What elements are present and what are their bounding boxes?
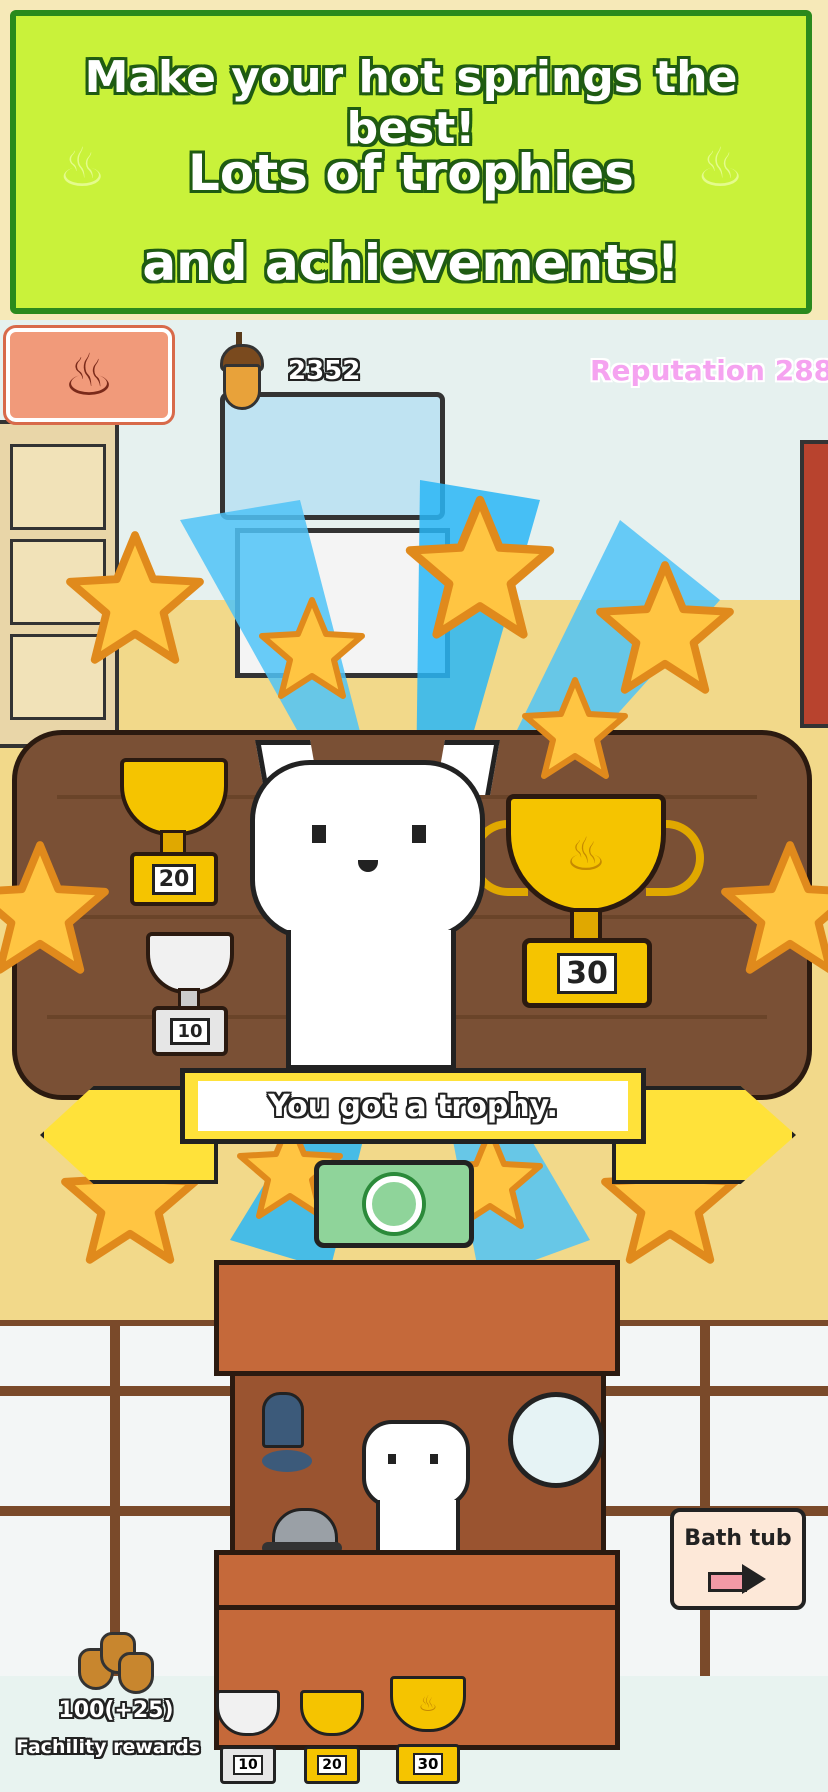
banner-line-1: Make your hot springs the best! — [84, 52, 738, 154]
trophy-message: You got a trophy. — [268, 1088, 558, 1124]
acorn-icon — [218, 332, 264, 414]
wind-chime-icon — [262, 1392, 304, 1448]
reputation-label: Reputation 2881 — [590, 354, 828, 387]
star-icon — [0, 845, 105, 970]
trophy-slot-label: 20 — [317, 1755, 347, 1775]
ok-button[interactable] — [314, 1160, 474, 1248]
reception-roof — [214, 1260, 620, 1376]
acorn-pile-icon — [78, 1632, 154, 1694]
arrow-right-icon — [708, 1564, 768, 1594]
trophy-slot-20[interactable]: 20 — [298, 1690, 364, 1784]
trophy-slot-label: 30 — [412, 1753, 444, 1775]
acorn-count: 2352 — [288, 356, 361, 386]
trophy-slot-10[interactable]: 10 — [214, 1690, 280, 1784]
trophy-slot-30[interactable]: ♨ 30 — [382, 1676, 470, 1784]
reward-amount: 100(+25) — [58, 1698, 174, 1723]
star-icon — [525, 680, 625, 776]
star-icon — [70, 535, 200, 660]
banner-line-2: Lots of trophies — [188, 144, 634, 202]
facility-rewards-label[interactable]: Fachility rewards — [16, 1736, 216, 1758]
trophy-slot-label: 10 — [233, 1755, 263, 1775]
bath-tub-label: Bath tub — [684, 1526, 792, 1551]
circle-icon — [366, 1176, 422, 1232]
star-icon — [410, 500, 550, 634]
banner-line-3: and achievements! — [142, 234, 680, 292]
hot-spring-menu-button[interactable]: ♨ — [3, 325, 175, 425]
hot-spring-icon: ♨ — [63, 341, 115, 409]
star-icon — [725, 845, 828, 970]
trophy-ribbon: You got a trophy. — [180, 1068, 646, 1144]
fan-icon — [508, 1392, 604, 1488]
star-icon — [262, 600, 362, 696]
hot-spring-icon: ♨ — [418, 1691, 438, 1717]
promo-banner: ♨ ♨ Make your hot springs the best! Lots… — [10, 10, 812, 314]
bath-tub-button[interactable]: Bath tub — [670, 1508, 806, 1610]
receptionist-cat — [362, 1420, 470, 1564]
fish-icon — [262, 1450, 312, 1472]
star-icon — [600, 565, 730, 690]
